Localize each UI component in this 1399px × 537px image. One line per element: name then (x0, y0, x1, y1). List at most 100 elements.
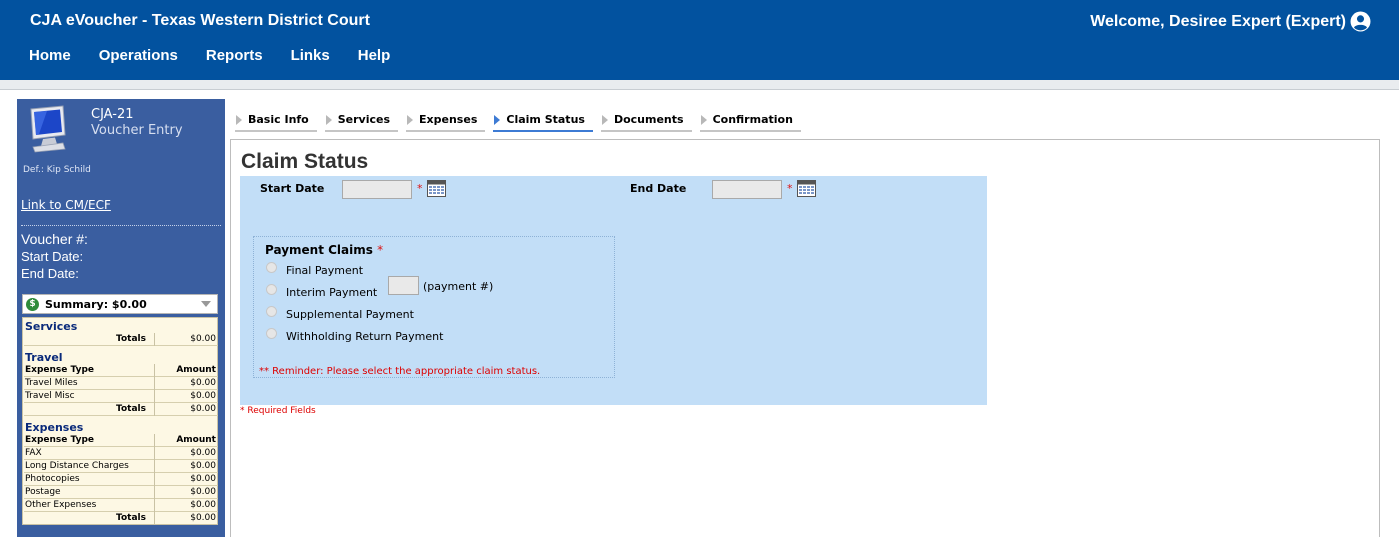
chevron-down-icon[interactable] (201, 301, 211, 307)
app-title: CJA eVoucher - Texas Western District Co… (30, 12, 370, 29)
nav-links[interactable]: Links (291, 47, 330, 64)
end-date-label: End Date (630, 182, 687, 195)
row-label: Photocopies (25, 474, 80, 484)
table-row: Other Expenses $0.00 (24, 499, 218, 512)
tab-claim-status[interactable]: Claim Status (493, 111, 593, 132)
radio-button[interactable] (266, 262, 277, 273)
tab-arrow-icon (601, 115, 608, 125)
required-marker: * (417, 182, 423, 195)
row-value: $0.00 (190, 500, 216, 510)
page-title: Claim Status (241, 150, 369, 173)
table-row: FAX $0.00 (24, 447, 218, 460)
row-label: FAX (25, 448, 42, 458)
voucher-number-label: Voucher #: (21, 231, 88, 247)
radio-button[interactable] (266, 328, 277, 339)
tab-documents[interactable]: Documents (600, 111, 692, 132)
tab-label: Basic Info (248, 113, 309, 126)
column-expense-type: Expense Type (25, 365, 94, 375)
summary-table: Services Totals $0.00 Travel Expense Typ… (22, 317, 218, 525)
required-marker: * (377, 243, 384, 257)
radio-label: Supplemental Payment (286, 308, 414, 321)
radio-interim-payment[interactable]: Interim Payment (266, 284, 377, 299)
tab-services[interactable]: Services (324, 111, 399, 132)
totals-label: Totals (116, 404, 146, 414)
claim-status-form: Start Date * End Date * Payment Claims *… (240, 176, 987, 405)
summary-label: Summary: $0.00 (45, 297, 147, 311)
nav-home[interactable]: Home (29, 47, 71, 64)
column-expense-type: Expense Type (25, 435, 94, 445)
table-row: Travel Misc $0.00 (24, 390, 218, 403)
tab-basic-info[interactable]: Basic Info (235, 111, 317, 132)
radio-supplemental-payment[interactable]: Supplemental Payment (266, 306, 414, 321)
expenses-header-row: Expense Type Amount (24, 434, 218, 447)
header-divider-strip (0, 80, 1399, 90)
travel-totals-row: Totals $0.00 (24, 403, 218, 416)
monitor-icon (30, 105, 66, 153)
tab-expenses[interactable]: Expenses (406, 111, 486, 132)
voucher-tabs: Basic Info Services Expenses Claim Statu… (235, 111, 809, 132)
payment-claims-label: Payment Claims (265, 243, 373, 257)
row-label: Other Expenses (25, 500, 97, 510)
defendant-name: Def.: Kip Schild (23, 165, 91, 175)
voucher-sidebar: CJA-21 Voucher Entry Def.: Kip Schild Li… (17, 99, 225, 537)
expenses-totals-row: Totals $0.00 (24, 512, 218, 525)
radio-withholding-return-payment[interactable]: Withholding Return Payment (266, 328, 443, 343)
calendar-icon[interactable] (797, 180, 816, 197)
start-date-label: Start Date: (21, 249, 84, 264)
required-marker: * (787, 182, 793, 195)
tab-arrow-icon (700, 115, 707, 125)
required-fields-note: * Required Fields (240, 406, 316, 416)
welcome-text: Welcome, Desiree Expert (Expert) (1090, 12, 1346, 30)
welcome-user[interactable]: Welcome, Desiree Expert (Expert) (1090, 11, 1371, 32)
calendar-icon[interactable] (427, 180, 446, 197)
column-amount: Amount (176, 365, 216, 375)
table-row: Long Distance Charges $0.00 (24, 460, 218, 473)
totals-value: $0.00 (190, 513, 216, 523)
row-value: $0.00 (190, 461, 216, 471)
table-row: Photocopies $0.00 (24, 473, 218, 486)
row-value: $0.00 (190, 448, 216, 458)
row-value: $0.00 (190, 487, 216, 497)
link-cm-ecf[interactable]: Link to CM/ECF (21, 198, 111, 212)
tab-label: Documents (613, 113, 684, 126)
radio-final-payment[interactable]: Final Payment (266, 262, 364, 277)
tab-label: Services (337, 113, 391, 126)
tab-confirmation[interactable]: Confirmation (699, 111, 801, 132)
travel-header-row: Expense Type Amount (24, 364, 218, 377)
dollar-icon: $ (26, 297, 39, 311)
start-date-input[interactable] (342, 180, 412, 199)
radio-button[interactable] (266, 306, 277, 317)
row-value: $0.00 (190, 391, 216, 401)
reminder-text: ** Reminder: Please select the appropria… (259, 366, 541, 377)
payment-number-input[interactable] (388, 276, 419, 295)
radio-button[interactable] (266, 284, 277, 295)
row-label: Postage (25, 487, 61, 497)
totals-value: $0.00 (190, 334, 216, 344)
travel-section-title: Travel (25, 351, 63, 364)
tab-arrow-icon (325, 115, 332, 125)
user-account-icon[interactable] (1350, 11, 1371, 32)
main-panel: Claim Status Start Date * End Date * Pay… (230, 139, 1380, 537)
table-row: Travel Miles $0.00 (24, 377, 218, 390)
start-date-label: Start Date (260, 182, 325, 195)
nav-help[interactable]: Help (358, 47, 391, 64)
form-title: Voucher Entry (91, 123, 183, 138)
payment-number-label: (payment #) (423, 280, 494, 293)
payment-claims-group: Payment Claims * Final Payment Interim P… (253, 236, 615, 378)
row-value: $0.00 (190, 378, 216, 388)
nav-reports[interactable]: Reports (206, 47, 263, 64)
services-totals-row: Totals $0.00 (24, 333, 218, 346)
tab-label: Expenses (419, 113, 478, 126)
payment-claims-title: Payment Claims * (265, 243, 383, 257)
end-date-label: End Date: (21, 266, 79, 281)
nav-operations[interactable]: Operations (99, 47, 178, 64)
summary-dropdown[interactable]: $ Summary: $0.00 (22, 294, 218, 314)
tab-arrow-icon (236, 115, 242, 125)
table-row: Postage $0.00 (24, 486, 218, 499)
radio-label: Final Payment (286, 264, 364, 277)
end-date-input[interactable] (712, 180, 782, 199)
tab-label: Confirmation (712, 113, 793, 126)
app-header: CJA eVoucher - Texas Western District Co… (0, 0, 1399, 80)
tab-arrow-icon (494, 115, 501, 125)
tab-arrow-icon (407, 115, 414, 125)
